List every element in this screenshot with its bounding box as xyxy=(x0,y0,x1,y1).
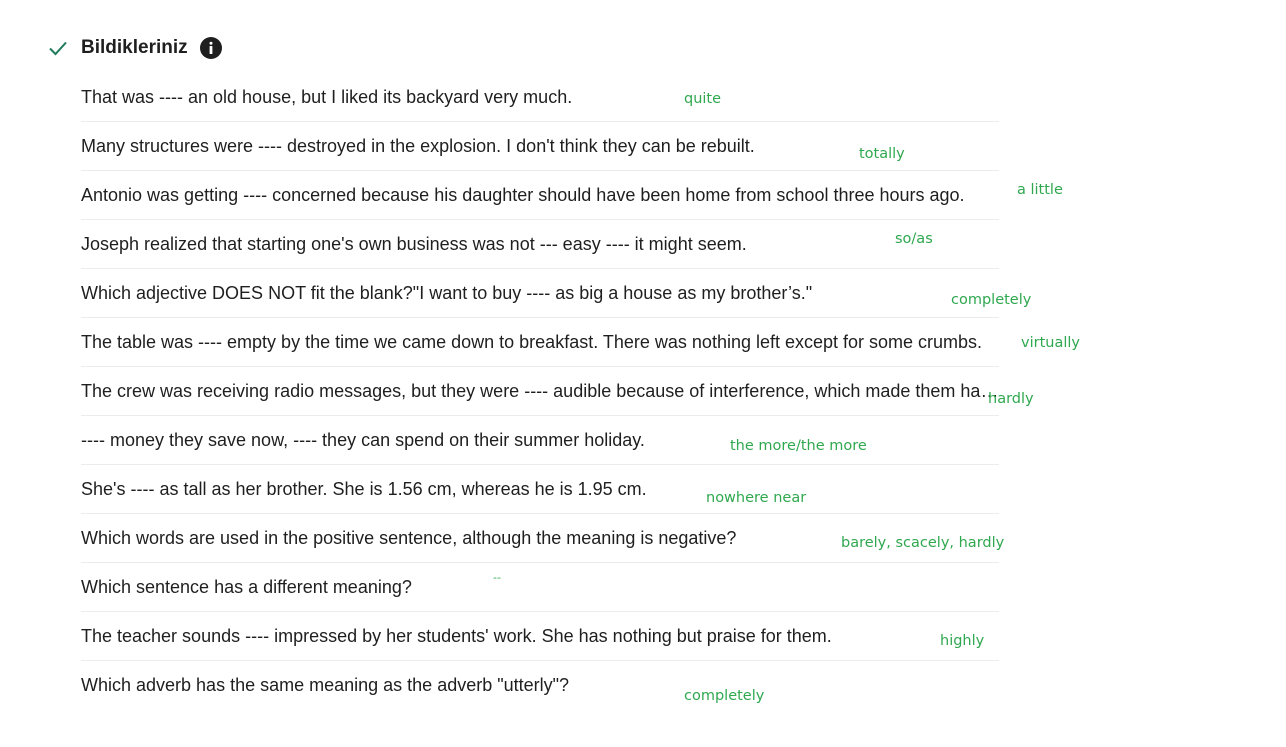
handwritten-answer: -- xyxy=(493,571,501,584)
section-header: Bildikleriniz xyxy=(47,34,222,62)
handwritten-answer: virtually xyxy=(1021,335,1080,351)
question-text: Joseph realized that starting one's own … xyxy=(81,234,747,254)
question-row[interactable]: Which adjective DOES NOT fit the blank?"… xyxy=(81,269,999,318)
question-text: Which adjective DOES NOT fit the blank?"… xyxy=(81,283,813,303)
question-text: The table was ---- empty by the time we … xyxy=(81,332,983,352)
question-text: The crew was receiving radio messages, b… xyxy=(81,381,999,401)
handwritten-answer: the more/the more xyxy=(730,438,867,454)
info-icon[interactable] xyxy=(199,37,222,59)
section-title: Bildikleriniz xyxy=(81,37,188,58)
handwritten-answer: hardly xyxy=(988,391,1034,407)
question-row[interactable]: The table was ---- empty by the time we … xyxy=(81,318,999,367)
handwritten-answer: highly xyxy=(940,633,985,649)
question-text: She's ---- as tall as her brother. She i… xyxy=(81,479,647,499)
handwritten-answer: a little xyxy=(1017,182,1063,198)
question-row[interactable]: That was ---- an old house, but I liked … xyxy=(81,73,999,122)
handwritten-answer: so/as xyxy=(895,231,933,247)
question-row[interactable]: Joseph realized that starting one's own … xyxy=(81,220,999,269)
handwritten-answer: nowhere near xyxy=(706,490,807,506)
handwritten-answer: completely xyxy=(684,688,765,704)
question-row[interactable]: She's ---- as tall as her brother. She i… xyxy=(81,465,999,514)
question-row[interactable]: Antonio was getting ---- concerned becau… xyxy=(81,171,999,220)
question-list: That was ---- an old house, but I liked … xyxy=(81,73,999,710)
check-icon xyxy=(47,37,69,59)
question-row[interactable]: The crew was receiving radio messages, b… xyxy=(81,367,999,416)
question-row[interactable]: The teacher sounds ---- impressed by her… xyxy=(81,612,999,661)
question-text: Antonio was getting ---- concerned becau… xyxy=(81,185,965,205)
handwritten-answer: quite xyxy=(684,91,722,107)
handwritten-answer: completely xyxy=(951,292,1032,308)
handwritten-answer: totally xyxy=(859,146,905,162)
question-text: Which sentence has a different meaning? xyxy=(81,577,412,597)
question-text: Which adverb has the same meaning as the… xyxy=(81,675,570,695)
question-row[interactable]: Which sentence has a different meaning? xyxy=(81,563,999,612)
question-text: The teacher sounds ---- impressed by her… xyxy=(81,626,832,646)
question-row[interactable]: Which adverb has the same meaning as the… xyxy=(81,661,999,710)
handwritten-answer: barely, scacely, hardly xyxy=(841,535,1005,551)
question-text: That was ---- an old house, but I liked … xyxy=(81,87,573,107)
